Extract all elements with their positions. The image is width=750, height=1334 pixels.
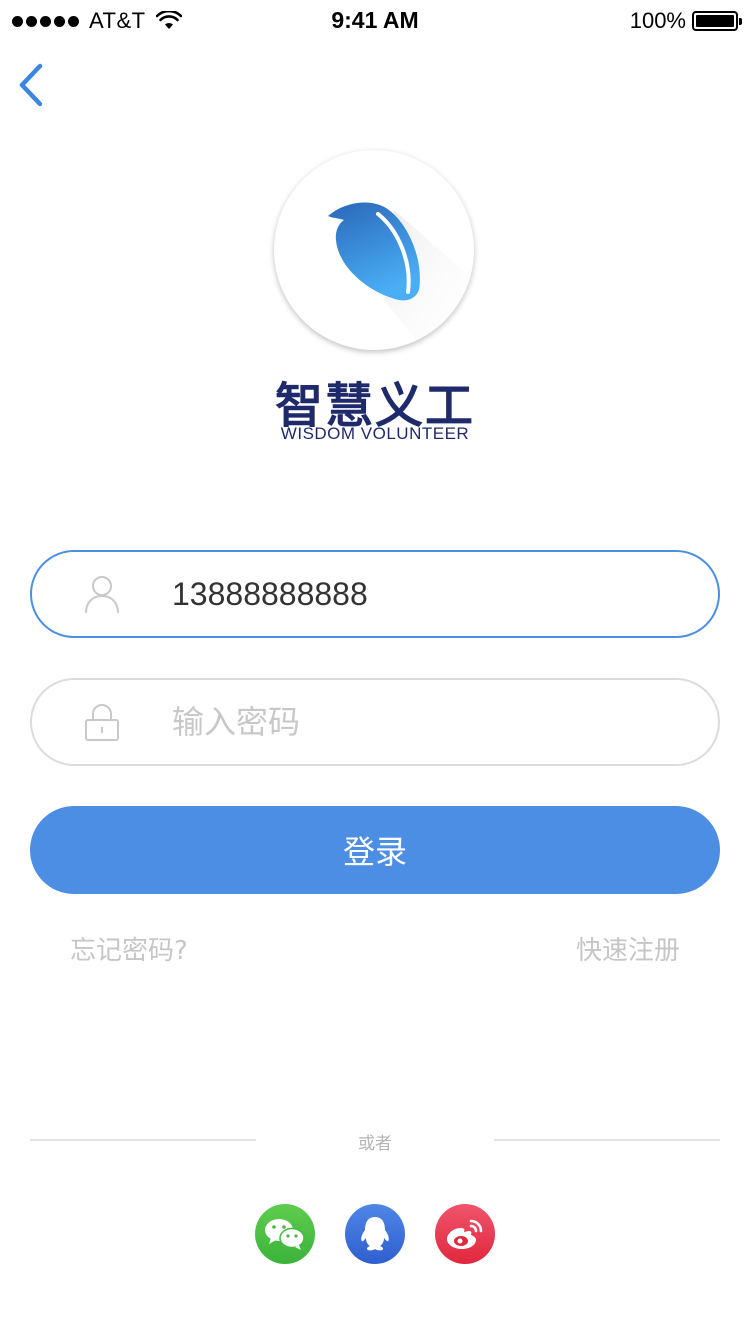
phone-input[interactable]	[172, 568, 692, 620]
battery-icon	[692, 11, 742, 31]
quick-register-link[interactable]: 快速注册	[576, 930, 680, 967]
weibo-icon	[447, 1219, 483, 1249]
brand-name-en: WISDOM VOLUNTEER	[280, 424, 470, 443]
user-icon	[85, 576, 119, 614]
divider-right	[494, 1139, 720, 1141]
divider-text: 或者	[358, 1134, 392, 1154]
status-bar: AT&T 9:41 AM 100%	[0, 0, 750, 40]
forgot-password-link[interactable]: 忘记密码?	[70, 930, 188, 967]
status-right: 100%	[629, 8, 742, 34]
bird-logo-icon	[328, 202, 474, 350]
phone-field[interactable]	[30, 550, 720, 638]
password-input[interactable]	[172, 696, 692, 748]
app-logo	[274, 150, 474, 350]
password-field[interactable]	[30, 678, 720, 766]
wechat-login-button[interactable]	[255, 1204, 315, 1264]
login-button[interactable]: 登录	[30, 806, 720, 894]
weibo-login-button[interactable]	[435, 1204, 495, 1264]
wechat-icon	[265, 1219, 305, 1250]
qq-icon	[361, 1217, 389, 1251]
lock-icon	[85, 704, 119, 741]
battery-percent: 100%	[629, 8, 686, 33]
qq-login-button[interactable]	[345, 1204, 405, 1264]
back-chevron-icon[interactable]	[14, 60, 54, 110]
